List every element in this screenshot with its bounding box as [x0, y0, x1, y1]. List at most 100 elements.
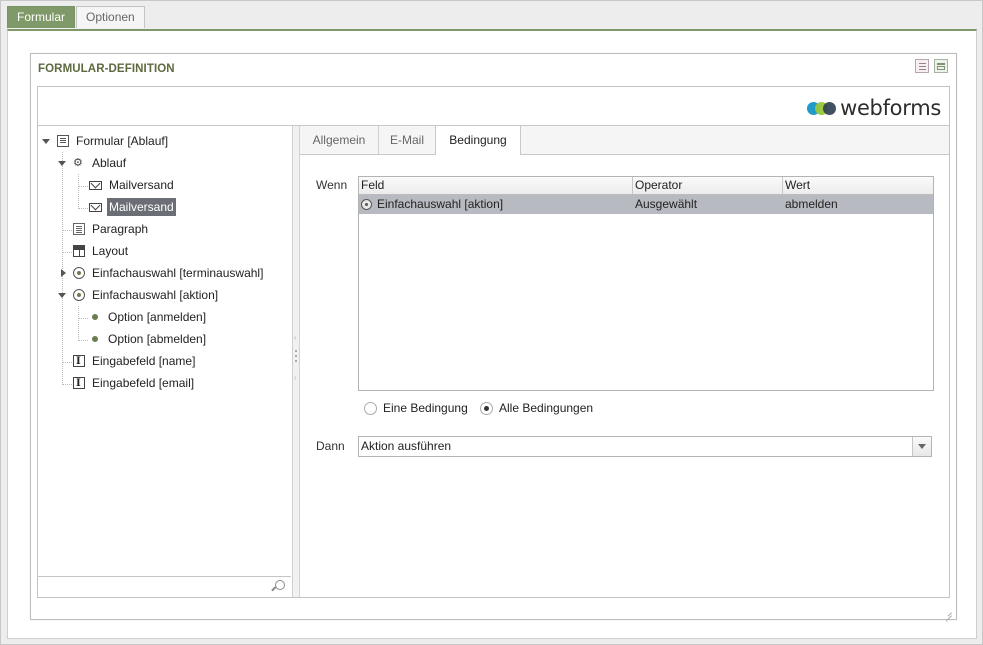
tree-item-label: Mailversand [107, 198, 176, 216]
tree-item-label: Paragraph [92, 222, 149, 236]
search-icon[interactable] [275, 580, 285, 590]
tab-email[interactable]: E-Mail [379, 126, 436, 154]
brand-bar: webforms [38, 87, 949, 126]
input-field-icon [73, 353, 85, 371]
alle-bedingungen-label: Alle Bedingungen [499, 401, 594, 415]
tree-item-einfachauswahl-terminauswahl[interactable]: Einfachauswahl [terminauswahl] [59, 264, 265, 282]
tree-item-formular[interactable]: Formular [Ablauf] [42, 132, 170, 150]
panel-header: FORMULAR-DEFINITION [31, 54, 956, 86]
logo-mark-icon [807, 100, 837, 116]
tree-connector [78, 174, 79, 209]
properties-pane: Allgemein E-Mail Bedingung Wenn Feld Ope… [300, 126, 949, 597]
wenn-label: Wenn [316, 178, 348, 192]
dann-label: Dann [316, 439, 345, 453]
tree-item-einfachauswahl-aktion[interactable]: Einfachauswahl [aktion] [58, 286, 220, 304]
collapse-arrow-icon[interactable] [58, 293, 66, 298]
table-row[interactable]: Einfachauswahl [aktion] Ausgewählt abmel… [359, 195, 933, 214]
column-header-wert[interactable]: Wert [783, 177, 933, 194]
tab-content: FORMULAR-DEFINITION webforms Formular [A… [7, 29, 977, 639]
tree-item-label: Einfachauswahl [aktion] [92, 288, 219, 302]
tree-item-label: Einfachauswahl [terminauswahl] [92, 266, 264, 280]
dann-action-select[interactable]: Aktion ausführen [358, 436, 932, 457]
eine-bedingung-label: Eine Bedingung [383, 401, 468, 415]
tab-optionen[interactable]: Optionen [76, 6, 145, 28]
tree-item-label: Eingabefeld [name] [92, 354, 196, 368]
radio-icon [73, 267, 85, 279]
collapse-left-icon[interactable]: ‹ [294, 334, 297, 342]
document-icon[interactable] [915, 59, 929, 73]
application-window: Formular Optionen FORMULAR-DEFINITION we… [0, 0, 983, 645]
properties-tab-bar: Allgemein E-Mail Bedingung [300, 126, 949, 155]
tab-bedingung[interactable]: Bedingung [435, 126, 521, 155]
grip-icon [295, 355, 297, 357]
condition-grid-header: Feld Operator Wert [359, 177, 933, 195]
tab-formular[interactable]: Formular [7, 6, 76, 28]
mail-icon [89, 202, 102, 212]
gears-icon: ⚙ [73, 157, 83, 169]
tree-search-input[interactable] [38, 577, 271, 595]
tree-item-label: Option [anmelden] [108, 310, 207, 324]
tree-item-mailversand[interactable]: Mailversand [89, 176, 176, 194]
top-tab-bar: Formular Optionen [7, 6, 146, 29]
tree-search-bar [38, 576, 291, 597]
grip-icon [295, 350, 297, 352]
form-icon [57, 135, 69, 147]
cell-feld: Einfachauswahl [aktion] [359, 195, 633, 214]
tree-connector [62, 252, 72, 253]
eine-bedingung-option[interactable]: Eine Bedingung [364, 401, 468, 415]
tree-item-eingabefeld-email[interactable]: Eingabefeld [email] [73, 374, 196, 393]
cell-feld-text: Einfachauswahl [aktion] [377, 197, 504, 211]
bullet-icon [92, 314, 98, 320]
collapse-arrow-icon[interactable] [58, 161, 66, 166]
paragraph-icon [73, 223, 85, 235]
form-definition-panel: FORMULAR-DEFINITION webforms Formular [A… [30, 53, 957, 622]
maximize-icon[interactable] [934, 59, 948, 73]
tree-item-mailversand-selected[interactable]: Mailversand [89, 198, 176, 216]
tree-item-ablauf[interactable]: ⚙ Ablauf [58, 154, 128, 172]
tab-allgemein[interactable]: Allgemein [300, 126, 379, 154]
tree-connector [62, 362, 72, 363]
input-field-icon [73, 375, 85, 393]
tree-connector [62, 384, 72, 385]
radio-icon [73, 289, 85, 301]
column-header-operator[interactable]: Operator [633, 177, 783, 194]
radio-button-unchecked[interactable] [364, 401, 377, 415]
tree-item-label: Formular [Ablauf] [76, 134, 169, 148]
column-header-feld[interactable]: Feld [359, 177, 633, 194]
tree-connector [78, 340, 88, 341]
collapse-arrow-icon[interactable] [42, 139, 50, 144]
tree-item-label: Eingabefeld [email] [92, 376, 195, 390]
tree-connector [78, 208, 88, 209]
collapse-right-icon[interactable]: › [294, 374, 297, 382]
radio-button-checked[interactable] [480, 401, 493, 415]
condition-grid: Feld Operator Wert Einfachauswahl [aktio… [358, 176, 934, 391]
expand-arrow-icon[interactable] [61, 269, 66, 277]
alle-bedingungen-option[interactable]: Alle Bedingungen [480, 401, 593, 415]
panel-title: FORMULAR-DEFINITION [38, 63, 175, 75]
tree-connector [78, 186, 88, 187]
mail-icon [89, 180, 102, 190]
tree-item-option-anmelden[interactable]: Option [anmelden] [89, 308, 208, 326]
tree-item-label: Layout [92, 244, 129, 258]
radio-icon [361, 199, 372, 210]
designer-area: webforms Formular [Ablauf] ⚙ Ablauf Mail… [37, 86, 950, 598]
layout-icon [73, 245, 85, 257]
cell-wert: abmelden [785, 197, 838, 211]
tree-item-label: Mailversand [109, 178, 174, 192]
grip-icon [295, 360, 297, 362]
tree-item-label: Ablauf [92, 156, 127, 170]
dropdown-arrow-icon[interactable] [912, 437, 931, 456]
tree-item-paragraph[interactable]: Paragraph [73, 220, 150, 238]
bullet-icon [92, 336, 98, 342]
webforms-logo: webforms [807, 96, 941, 120]
pane-splitter[interactable]: ‹ › [293, 126, 300, 597]
tree-item-option-abmelden[interactable]: Option [abmelden] [89, 330, 208, 348]
tree-item-label: Option [abmelden] [108, 332, 207, 346]
tree-item-layout[interactable]: Layout [73, 242, 130, 260]
dann-action-value: Aktion ausführen [361, 439, 452, 453]
resize-grip-icon[interactable] [944, 608, 952, 622]
tree-connector [62, 230, 72, 231]
form-tree: Formular [Ablauf] ⚙ Ablauf Mailversand M… [38, 126, 293, 597]
tree-connector [78, 306, 79, 341]
tree-item-eingabefeld-name[interactable]: Eingabefeld [name] [73, 352, 197, 371]
